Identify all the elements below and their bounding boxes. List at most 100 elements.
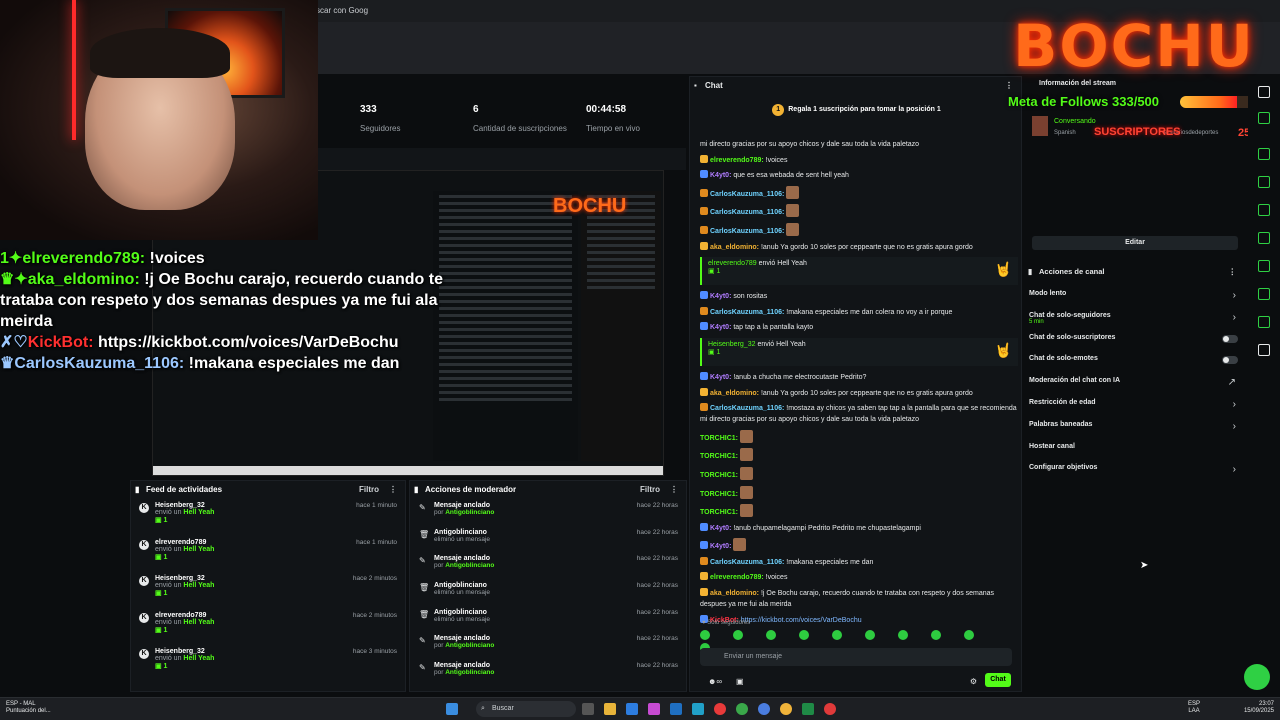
chat-username[interactable]: aka_eldomino: — [710, 244, 761, 251]
help-chat-button[interactable] — [1244, 664, 1270, 690]
chat-message[interactable]: TORCHIC1: — [700, 448, 1018, 462]
store-icon[interactable] — [626, 703, 638, 715]
chat-message[interactable]: K4yt0: tap tap a la pantalla kayto — [700, 322, 1018, 333]
chat-message[interactable]: elreverendo789: !voices — [700, 154, 1018, 166]
apps-icon[interactable] — [1258, 344, 1270, 356]
chat-message[interactable]: CarlosKauzuma_1106: — [700, 185, 1018, 200]
chat-username[interactable]: K4yt0: — [710, 172, 733, 179]
chat-message[interactable]: mi directo gracias por su apoyo chicos y… — [700, 139, 1018, 150]
chat-username[interactable]: aka_eldomino: — [710, 390, 761, 397]
app-icon[interactable] — [648, 703, 660, 715]
chat-message[interactable]: CarlosKauzuma_1106: !makana especiales m… — [700, 556, 1018, 568]
moderator-action-item[interactable]: ✎ Mensaje anclado por Antigoblinciano hace … — [410, 659, 686, 686]
gift-icon[interactable]: ▣ — [736, 677, 744, 686]
chat-messages[interactable]: mi directo gracias por su apoyo chicos y… — [700, 139, 1018, 623]
chat-message[interactable]: K4yt0: son rositas — [700, 291, 1018, 302]
emote-picker-icon[interactable]: ☻∞ — [708, 677, 722, 686]
channel-action-item[interactable]: Hostear canal — [1024, 443, 1246, 465]
chat-message[interactable]: TORCHIC1: — [700, 466, 1018, 481]
bolt-icon[interactable] — [1258, 176, 1270, 188]
chat-username[interactable]: K4yt0: — [710, 374, 733, 381]
edit-icon[interactable] — [1258, 112, 1270, 124]
chat-username[interactable]: TORCHIC1: — [700, 509, 740, 516]
moderator-action-item[interactable]: ✎ Mensaje anclado por Antigoblinciano hace … — [410, 552, 686, 579]
activity-item[interactable]: Kelreverendo789 envió un Hell Yeah ▣ 1 hace… — [131, 609, 405, 646]
chat-username[interactable]: elreverendo789: — [710, 574, 766, 581]
chat-username[interactable]: TORCHIC1: — [700, 453, 740, 460]
chat-username[interactable]: K4yt0: — [710, 543, 733, 550]
activity-item[interactable]: K Heisenberg_32 envió un Hell Yeah ▣ 1 hace … — [131, 572, 405, 609]
app-icon[interactable] — [824, 703, 836, 715]
chat-username[interactable]: elreverendo789: — [710, 157, 766, 164]
chat-username[interactable]: TORCHIC1: — [700, 472, 740, 479]
chat-message[interactable]: CarlosKauzuma_1106: — [700, 222, 1018, 237]
moderator-action-item[interactable]: ✎ Mensaje anclado por Antigoblinciano hace … — [410, 632, 686, 659]
channel-action-item[interactable]: Modo lento › — [1024, 290, 1246, 312]
chat-bubble-icon[interactable] — [1258, 232, 1270, 244]
chat-message[interactable]: TORCHIC1: — [700, 485, 1018, 500]
toggle-switch[interactable] — [1222, 334, 1238, 343]
card-icon[interactable] — [1258, 204, 1270, 216]
target-icon[interactable] — [1258, 148, 1270, 160]
settings-icon[interactable]: ⚙ — [970, 677, 977, 686]
chat-message[interactable]: aka_eldomino: !anub Ya gordo 10 soles po… — [700, 387, 1018, 399]
edge-icon[interactable] — [692, 703, 704, 715]
emote-icon[interactable] — [832, 630, 842, 640]
taskbar-clock[interactable]: 23:07 15/09/2025 — [1244, 701, 1274, 715]
chat-message[interactable]: CarlosKauzuma_1106: !mostaza ay chicos y… — [700, 403, 1018, 425]
chat-username[interactable]: TORCHIC1: — [700, 491, 740, 498]
channel-action-item[interactable]: Restricción de edad › — [1024, 399, 1246, 421]
activity-item[interactable]: K Heisenberg_32 envió un Hell Yeah ▣ 1 hace … — [131, 645, 405, 682]
chat-link[interactable]: https://kickbot.com/voices/VarDeBochu — [741, 617, 862, 623]
chat-message[interactable]: TORCHIC1: — [700, 429, 1018, 444]
emote-icon[interactable] — [766, 630, 776, 640]
taskbar-search[interactable]: ⌕ Buscar — [476, 701, 576, 717]
moderator-action-item[interactable]: ✎ Mensaje anclado por Antigoblinciano hace … — [410, 499, 686, 526]
chat-username[interactable]: K4yt0: — [710, 293, 733, 300]
chat-message[interactable]: aka_eldomino: !anub Ya gordo 10 soles po… — [700, 241, 1018, 253]
chat-username[interactable]: Heisenberg_32 — [708, 341, 757, 348]
panel-grip-icon[interactable]: ▮ — [1028, 266, 1032, 278]
emote-icon[interactable] — [931, 630, 941, 640]
filter-button[interactable]: Filtro — [359, 481, 379, 499]
file-explorer-icon[interactable] — [604, 703, 616, 715]
moderator-action-item[interactable]: 🗑 Antigoblinciano eliminó un mensaje hace … — [410, 606, 686, 633]
chat-message[interactable]: CarlosKauzuma_1106: !makana especiales m… — [700, 306, 1018, 318]
chrome-icon[interactable] — [758, 703, 770, 715]
emote-icon[interactable] — [700, 630, 710, 640]
windows-start-icon[interactable] — [446, 703, 458, 715]
chat-message[interactable]: K4yt0: !anub chupamelagampi Pedrito Pedr… — [700, 522, 1018, 534]
channel-action-item[interactable]: Chat de solo-seguidores 5 min › — [1024, 312, 1246, 334]
send-chat-button[interactable]: Chat — [985, 673, 1011, 687]
pinned-subscription-banner[interactable]: 1 Regala 1 suscripción para tomar la posi… — [700, 104, 1013, 120]
more-icon[interactable]: ⋮ — [1229, 266, 1237, 278]
chat-username[interactable]: aka_eldomino: — [710, 590, 761, 597]
channel-action-item[interactable]: Chat de solo-suscriptores — [1024, 334, 1246, 356]
panel-grip-icon[interactable]: ▮ — [414, 481, 418, 499]
chat-username[interactable]: elreverendo789 — [708, 260, 759, 267]
channel-action-item[interactable]: Configurar objetivos › — [1024, 464, 1246, 486]
channel-action-item[interactable]: Chat de solo-emotes — [1024, 355, 1246, 377]
chat-username[interactable]: CarlosKauzuma_1106: — [710, 405, 786, 412]
chat-message[interactable]: CarlosKauzuma_1106: — [700, 204, 1018, 218]
moderator-action-item[interactable]: 🗑 Antigoblinciano eliminó un mensaje hace … — [410, 579, 686, 606]
browser-tab[interactable]: scar con Goog ✕+ — [316, 2, 376, 33]
emote-icon[interactable] — [898, 630, 908, 640]
chat-username[interactable]: K4yt0: — [710, 324, 733, 331]
chat-message[interactable]: aka_eldomino: !j Oe Bochu carajo, recuer… — [700, 588, 1018, 610]
chat-message[interactable]: TORCHIC1: — [700, 504, 1018, 518]
activity-item[interactable]: Kelreverendo789 envió un Hell Yeah ▣ 1 hace… — [131, 536, 405, 573]
chat-message-input[interactable]: Enviar un mensaje — [700, 648, 1012, 666]
chat-username[interactable]: CarlosKauzuma_1106: — [710, 228, 786, 235]
panel-grip-icon[interactable]: ▮ — [135, 481, 139, 499]
toggle-switch[interactable] — [1222, 356, 1238, 365]
chat-message[interactable]: K4yt0: que es esa webada de sent hell ye… — [700, 170, 1018, 181]
edit-button[interactable]: Editar — [1032, 236, 1238, 250]
more-icon[interactable]: ⋮ — [670, 481, 678, 499]
more-icon[interactable]: ⋮ — [389, 481, 397, 499]
emote-icon[interactable] — [964, 630, 974, 640]
code-icon[interactable] — [1258, 260, 1270, 272]
chrome-icon[interactable] — [714, 703, 726, 715]
wrench-icon[interactable] — [1258, 316, 1270, 328]
excel-icon[interactable] — [802, 703, 814, 715]
